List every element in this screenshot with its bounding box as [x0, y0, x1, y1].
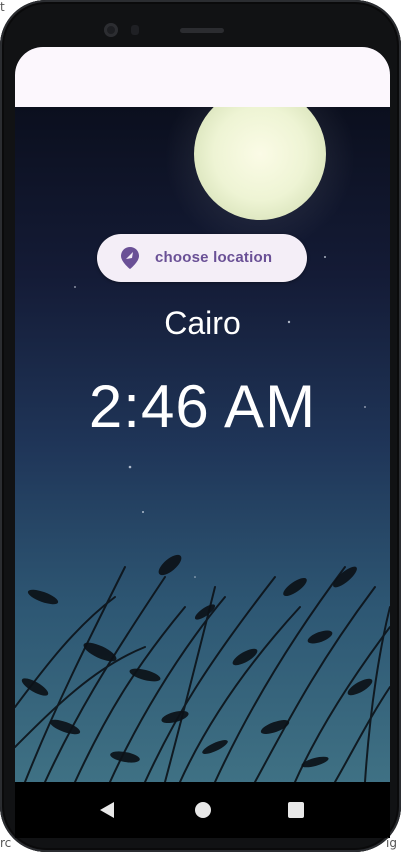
back-triangle-icon[interactable]: [97, 800, 117, 820]
proximity-sensor: [131, 25, 139, 35]
edge-text-fragment: t: [0, 0, 5, 14]
earpiece-speaker: [180, 28, 224, 33]
home-circle-icon[interactable]: [193, 800, 213, 820]
location-pin-icon: [121, 247, 139, 269]
city-name: Cairo: [164, 305, 241, 341]
choose-location-label: choose location: [155, 249, 273, 266]
choose-location-button[interactable]: choose location: [97, 234, 307, 282]
android-navigation-bar: [15, 782, 390, 838]
recents-square-icon[interactable]: [286, 800, 306, 820]
status-bar: [15, 47, 390, 107]
phone-device: choose location Cairo 2:46 AM t rc ig: [0, 0, 401, 852]
current-time: 2:46 AM: [88, 373, 317, 440]
edge-text-fragment: ig: [386, 836, 397, 850]
edge-text-fragment: rc: [0, 836, 12, 850]
app-screen: choose location Cairo 2:46 AM: [15, 47, 390, 782]
front-camera: [104, 23, 118, 37]
night-sky-background: [15, 107, 390, 782]
